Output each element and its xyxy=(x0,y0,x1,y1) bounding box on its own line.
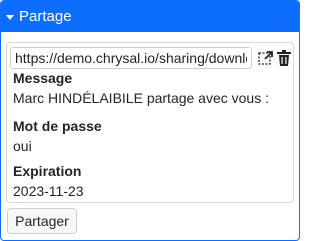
message-label: Message xyxy=(13,70,73,86)
sharing-panel: Partage Message xyxy=(0,0,300,241)
share-url-row xyxy=(10,47,292,69)
password-label: Mot de passe xyxy=(13,118,102,134)
expiration-label: Expiration xyxy=(13,163,82,179)
message-value: Marc HINDÉLAIBILE partage avec vous : xyxy=(13,90,269,106)
external-link-icon[interactable] xyxy=(257,49,275,67)
trash-icon[interactable] xyxy=(275,49,293,67)
share-button[interactable]: Partager xyxy=(7,208,77,234)
caret-down-icon[interactable] xyxy=(6,14,14,20)
panel-header[interactable]: Partage xyxy=(1,1,299,32)
panel-title: Partage xyxy=(19,8,72,25)
share-url-input[interactable] xyxy=(10,47,252,69)
password-value: oui xyxy=(13,138,32,154)
expiration-value: 2023-11-23 xyxy=(13,183,84,199)
share-details-card: Message Marc HINDÉLAIBILE partage avec v… xyxy=(6,42,294,203)
